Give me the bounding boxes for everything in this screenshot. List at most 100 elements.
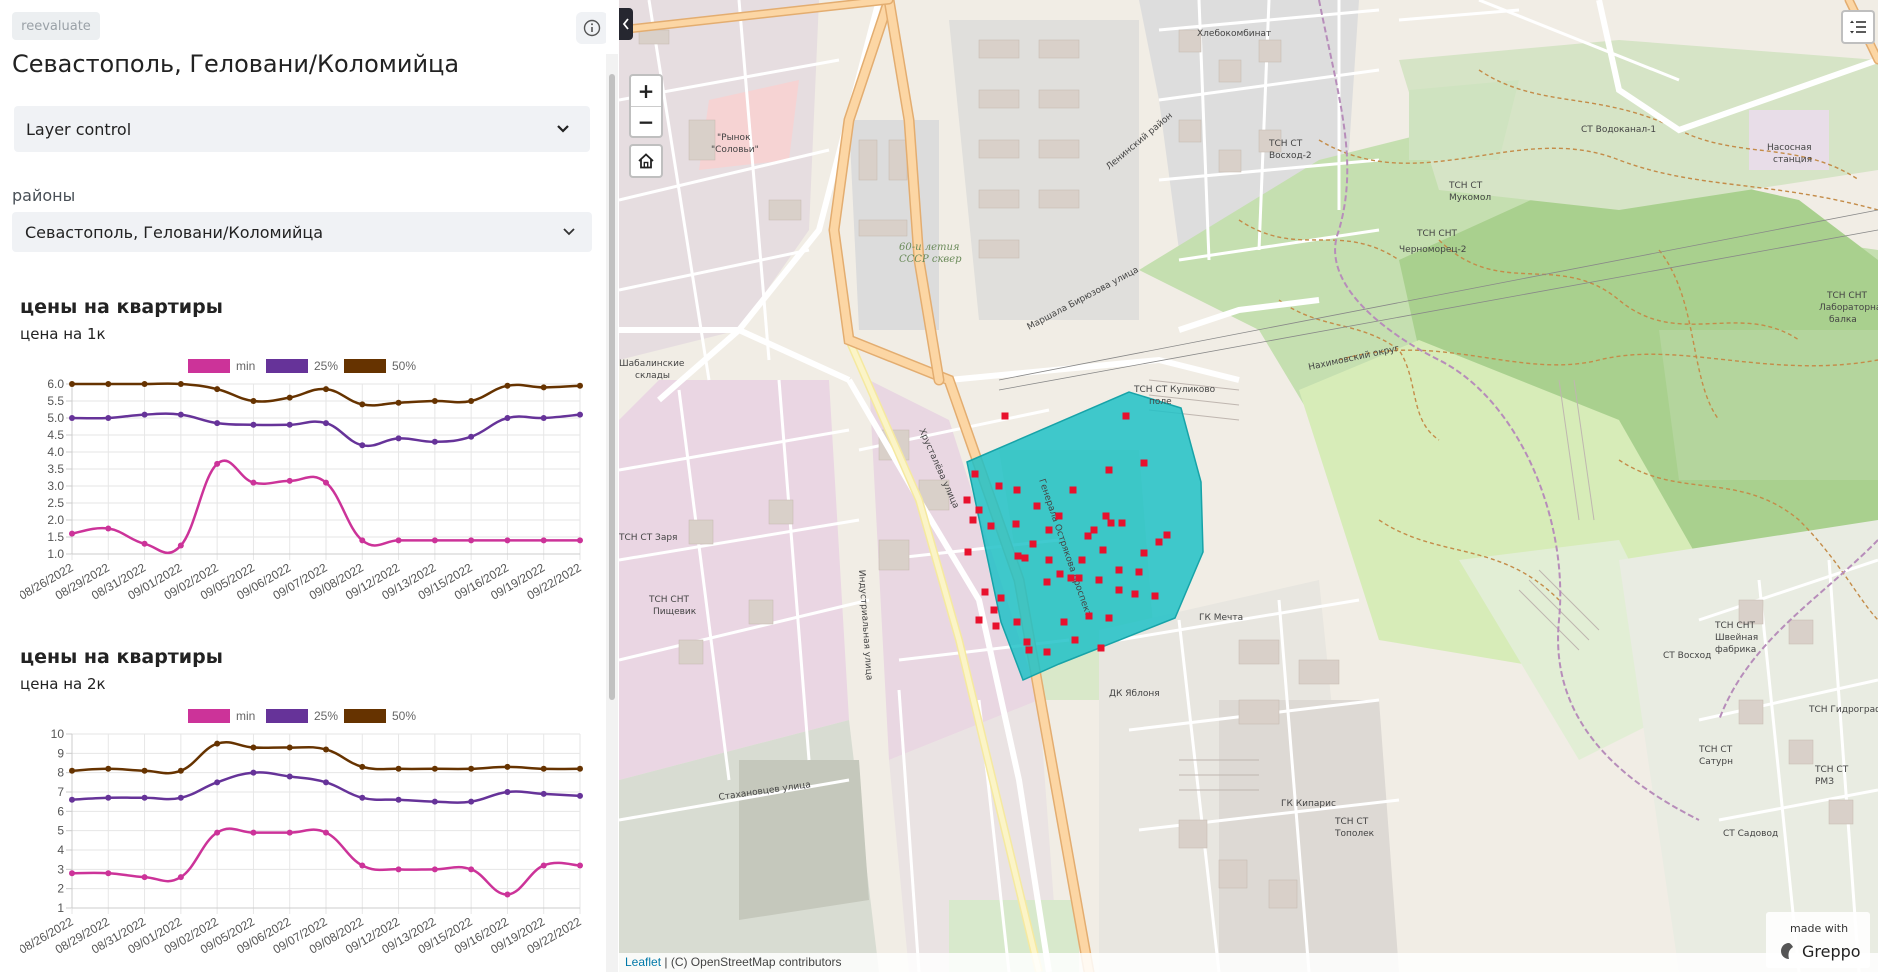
listing-point[interactable]: [1029, 540, 1037, 548]
listing-point[interactable]: [1033, 502, 1041, 510]
listing-point[interactable]: [1060, 618, 1068, 626]
listing-point[interactable]: [1056, 570, 1064, 578]
listing-point[interactable]: [1105, 614, 1113, 622]
listing-point[interactable]: [1122, 412, 1130, 420]
data-point: [395, 435, 402, 442]
data-point: [69, 796, 75, 803]
listing-point[interactable]: [995, 482, 1003, 490]
chart-section-1k: цены на квартиры цена на 1к min 25% 50% 1.0…: [20, 296, 590, 603]
listing-point[interactable]: [1025, 646, 1033, 654]
zoom-out-button[interactable]: −: [631, 107, 661, 137]
listing-point[interactable]: [981, 588, 989, 596]
listing-point[interactable]: [1045, 556, 1053, 564]
listing-point[interactable]: [1084, 532, 1092, 540]
listing-point[interactable]: [987, 522, 995, 530]
chart-subtitle: цена на 1к: [20, 325, 106, 343]
listing-point[interactable]: [1001, 412, 1009, 420]
listing-point[interactable]: [1055, 512, 1063, 520]
svg-text:ТСН СНТ: ТСН СНТ: [1826, 291, 1867, 301]
listing-point[interactable]: [1067, 574, 1075, 582]
listing-point[interactable]: [975, 506, 983, 514]
data-point: [431, 866, 438, 873]
zoom-in-button[interactable]: +: [631, 76, 661, 107]
map[interactable]: Генерала Острякова проспект Хрусталёва у…: [619, 0, 1878, 972]
legend-swatch: [188, 709, 230, 723]
data-point: [286, 394, 293, 401]
listing-point[interactable]: [1095, 576, 1103, 584]
listing-point[interactable]: [997, 594, 1005, 602]
leaflet-link[interactable]: Leaflet: [625, 955, 661, 969]
listing-point[interactable]: [1115, 586, 1123, 594]
price-chart-2k: min 25% 50%1234567891008/26/202208/29/2022…: [20, 709, 584, 957]
data-point: [177, 381, 184, 387]
listing-point[interactable]: [964, 548, 972, 556]
data-point: [431, 537, 438, 544]
listing-point[interactable]: [1023, 638, 1031, 646]
info-button[interactable]: [576, 12, 606, 44]
listing-point[interactable]: [975, 616, 983, 624]
listing-point[interactable]: [971, 470, 979, 478]
listing-point[interactable]: [1069, 486, 1077, 494]
reevaluate-button[interactable]: reevaluate: [12, 12, 100, 40]
collapse-sidebar-button[interactable]: [619, 8, 633, 40]
listing-point[interactable]: [1014, 552, 1022, 560]
home-button[interactable]: [629, 144, 663, 178]
data-point: [323, 420, 329, 427]
y-tick-label: 7: [57, 785, 64, 799]
listing-point[interactable]: [1071, 636, 1079, 644]
listing-point[interactable]: [990, 606, 998, 614]
data-point: [577, 411, 583, 418]
data-point: [577, 537, 583, 544]
listing-point[interactable]: [992, 622, 1000, 630]
y-tick-label: 4.0: [47, 445, 64, 459]
layers-button[interactable]: [1841, 10, 1875, 44]
listing-point[interactable]: [1085, 612, 1093, 620]
listing-point[interactable]: [1099, 546, 1107, 554]
listing-point[interactable]: [1140, 549, 1148, 557]
layer-control-expander[interactable]: Layer control: [14, 106, 590, 152]
svg-text:Насосная: Насосная: [1767, 143, 1812, 153]
sidebar: reevaluate Севастополь, Геловани/Коломий…: [0, 0, 606, 972]
listing-point[interactable]: [1013, 486, 1021, 494]
sidebar-scrollbar-thumb[interactable]: [609, 74, 615, 700]
y-tick-label: 8: [57, 766, 64, 780]
listing-point[interactable]: [1151, 592, 1159, 600]
svg-text:ТСН Гидрограф: ТСН Гидрограф: [1808, 705, 1878, 715]
listing-point[interactable]: [1118, 519, 1126, 527]
listing-point[interactable]: [1013, 618, 1021, 626]
data-point: [286, 773, 293, 780]
listing-point[interactable]: [1078, 556, 1086, 564]
listing-point[interactable]: [1043, 648, 1051, 656]
data-point: [177, 794, 184, 801]
listing-point[interactable]: [1045, 526, 1053, 534]
made-with-badge[interactable]: made with Greppo: [1766, 912, 1870, 968]
listing-point[interactable]: [1021, 554, 1029, 562]
data-point: [214, 420, 221, 427]
listing-point[interactable]: [1090, 526, 1098, 534]
data-point: [141, 794, 148, 801]
y-tick-label: 5.0: [47, 411, 64, 425]
data-point: [69, 415, 75, 421]
listing-point[interactable]: [963, 496, 971, 504]
listing-point[interactable]: [1102, 512, 1110, 520]
listing-point[interactable]: [1155, 538, 1163, 546]
listing-point[interactable]: [1012, 520, 1020, 528]
listing-point[interactable]: [1107, 519, 1115, 527]
svg-text:ТСН СНТ: ТСН СНТ: [1714, 621, 1755, 631]
listing-point[interactable]: [1140, 459, 1148, 467]
listing-point[interactable]: [1097, 644, 1105, 652]
listing-point[interactable]: [1131, 590, 1139, 598]
listing-point[interactable]: [969, 516, 977, 524]
svg-text:ТСН СТ: ТСН СТ: [1334, 817, 1369, 827]
listing-point[interactable]: [1105, 466, 1113, 474]
info-icon: [583, 19, 601, 37]
listing-point[interactable]: [1135, 568, 1143, 576]
listing-point[interactable]: [1163, 531, 1171, 539]
listing-point[interactable]: [1115, 566, 1123, 574]
district-select[interactable]: Севастополь, Геловани/Коломийца: [12, 212, 592, 252]
listing-point[interactable]: [1043, 578, 1051, 586]
home-icon: [638, 153, 654, 169]
listing-point[interactable]: [1075, 574, 1083, 582]
chevron-left-icon: [622, 18, 629, 30]
greppo-brand: Greppo: [1802, 942, 1861, 961]
